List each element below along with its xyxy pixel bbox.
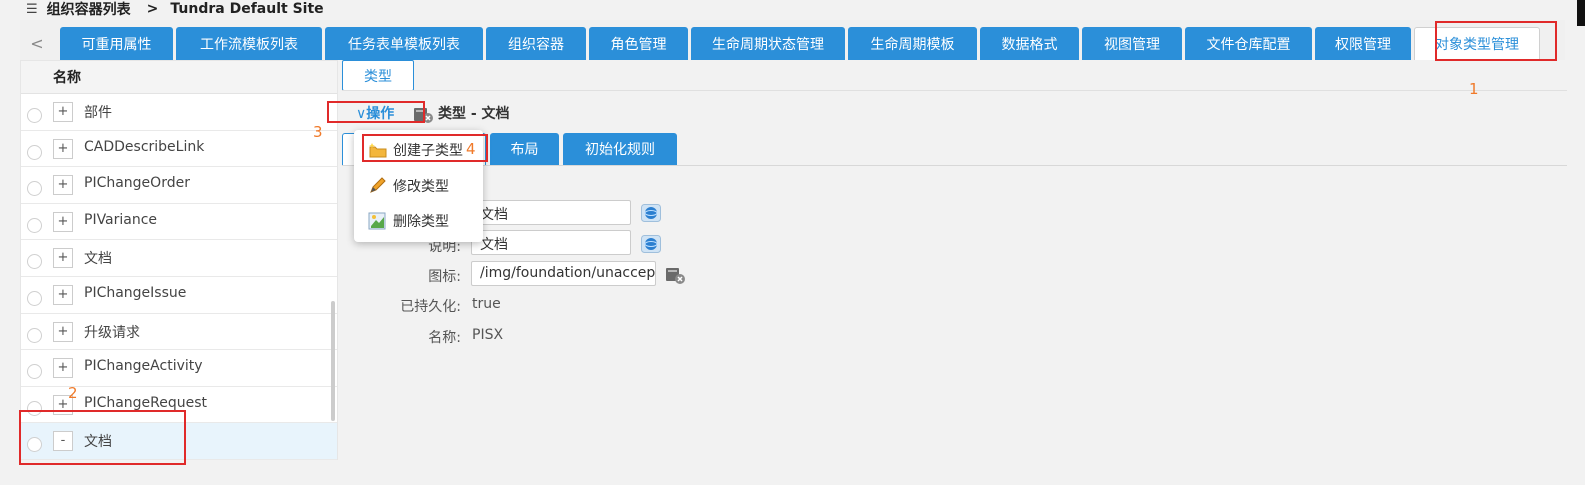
- menu-item-label: 删除类型: [393, 214, 449, 230]
- list-item[interactable]: + PIChangeActivity: [21, 350, 337, 387]
- menu-icon[interactable]: ☰: [26, 2, 38, 17]
- row-radio[interactable]: [27, 181, 42, 197]
- list-item[interactable]: + 文档: [21, 240, 337, 277]
- breadcrumb-section[interactable]: 组织容器列表: [47, 0, 131, 19]
- delete-type-icon: [368, 212, 386, 230]
- row-radio[interactable]: [27, 364, 42, 380]
- localize-icon[interactable]: [641, 204, 661, 222]
- annotation-box-3: [327, 101, 425, 123]
- row-label: CADDescribeLink: [84, 138, 205, 155]
- icon-label: 图标:: [428, 269, 461, 285]
- name-label: 名称:: [428, 330, 461, 346]
- tab-workflow-templates[interactable]: 工作流模板列表: [176, 27, 322, 60]
- expand-toggle[interactable]: +: [53, 138, 73, 159]
- tab-init-rules[interactable]: 初始化规则: [563, 133, 677, 165]
- tab-data-formats[interactable]: 数据格式: [980, 27, 1079, 60]
- row-label: PIChangeIssue: [84, 284, 187, 301]
- row-label: 文档: [84, 251, 112, 268]
- tab-strip: < 可重用属性 工作流模板列表 任务表单模板列表 组织容器 角色管理 生命周期状…: [20, 20, 1565, 60]
- annotation-number-4: 4: [466, 140, 476, 158]
- tab-prev-button[interactable]: <: [20, 28, 54, 58]
- breadcrumb-site: Tundra Default Site: [170, 1, 324, 17]
- list-item[interactable]: + 部件: [21, 94, 337, 131]
- row-radio[interactable]: [27, 217, 42, 233]
- list-item[interactable]: + PIChangeIssue: [21, 277, 337, 314]
- pencil-icon: [370, 177, 386, 193]
- description-input[interactable]: 文档: [471, 230, 631, 255]
- tab-reusable-attributes[interactable]: 可重用属性: [60, 27, 173, 60]
- expand-toggle[interactable]: +: [53, 284, 73, 305]
- tab-file-vault-config[interactable]: 文件仓库配置: [1185, 27, 1312, 60]
- expand-toggle[interactable]: +: [53, 211, 73, 232]
- tab-list: 可重用属性 工作流模板列表 任务表单模板列表 组织容器 角色管理 生命周期状态管…: [60, 27, 1543, 60]
- display-name-input[interactable]: 文档: [471, 200, 631, 225]
- list-scrollbar[interactable]: [331, 301, 335, 421]
- tab-lifecycle-templates[interactable]: 生命周期模板: [848, 27, 977, 60]
- annotation-box-2: [19, 410, 186, 465]
- list-item[interactable]: + PIChangeOrder: [21, 167, 337, 204]
- row-label: PIVariance: [84, 211, 158, 228]
- row-label: PIChangeOrder: [84, 175, 190, 192]
- persisted-value: true: [472, 296, 501, 312]
- menu-item-modify-type[interactable]: 修改类型: [368, 176, 449, 196]
- list-item[interactable]: + CADDescribeLink: [21, 131, 337, 168]
- column-header-name[interactable]: 名称: [21, 61, 337, 94]
- menu-item-delete-type[interactable]: 删除类型: [368, 211, 449, 231]
- annotation-number-3: 3: [313, 123, 323, 141]
- expand-toggle[interactable]: +: [53, 358, 73, 379]
- row-radio[interactable]: [27, 144, 42, 160]
- tab-org-containers[interactable]: 组织容器: [486, 27, 586, 60]
- tab-task-form-templates[interactable]: 任务表单模板列表: [325, 27, 483, 60]
- divider: [342, 90, 1567, 91]
- annotation-box-1: [1435, 21, 1557, 61]
- row-label: PIChangeRequest: [84, 394, 208, 411]
- sub-tab-divider: [342, 165, 1567, 166]
- menu-item-label: 修改类型: [393, 179, 449, 195]
- annotation-number-2: 2: [68, 384, 78, 402]
- icon-path-input[interactable]: /img/foundation/unaccep: [471, 261, 656, 286]
- row-radio[interactable]: [27, 327, 42, 343]
- tab-view-management[interactable]: 视图管理: [1082, 27, 1182, 60]
- tab-permission-management[interactable]: 权限管理: [1315, 27, 1411, 60]
- icon-picker-icon[interactable]: [664, 265, 686, 285]
- row-label: PIChangeActivity: [84, 358, 203, 375]
- expand-toggle[interactable]: +: [53, 321, 73, 342]
- expand-toggle[interactable]: +: [53, 175, 73, 196]
- row-radio[interactable]: [27, 290, 42, 306]
- name-value: PISX: [472, 327, 504, 343]
- row-label: 升级请求: [84, 324, 140, 341]
- localize-icon[interactable]: [641, 235, 661, 253]
- row-radio[interactable]: [27, 254, 42, 270]
- tab-layout[interactable]: 布局: [490, 133, 559, 165]
- expand-toggle[interactable]: +: [53, 102, 73, 122]
- annotation-number-1: 1: [1469, 80, 1479, 98]
- breadcrumb: ☰ 组织容器列表 > Tundra Default Site: [26, 0, 324, 18]
- page-title: 类型 - 文档: [438, 106, 510, 122]
- breadcrumb-separator: >: [146, 1, 159, 17]
- type-button[interactable]: 类型: [342, 60, 414, 91]
- tab-role-management[interactable]: 角色管理: [589, 27, 688, 60]
- row-label: 部件: [84, 105, 112, 121]
- window-edge: [1577, 0, 1585, 26]
- row-radio[interactable]: [27, 108, 42, 123]
- list-item[interactable]: + 升级请求: [21, 314, 337, 351]
- list-item[interactable]: + PIVariance: [21, 204, 337, 241]
- expand-toggle[interactable]: +: [53, 248, 73, 269]
- tab-lifecycle-states[interactable]: 生命周期状态管理: [691, 27, 845, 60]
- persisted-label: 已持久化:: [400, 299, 461, 315]
